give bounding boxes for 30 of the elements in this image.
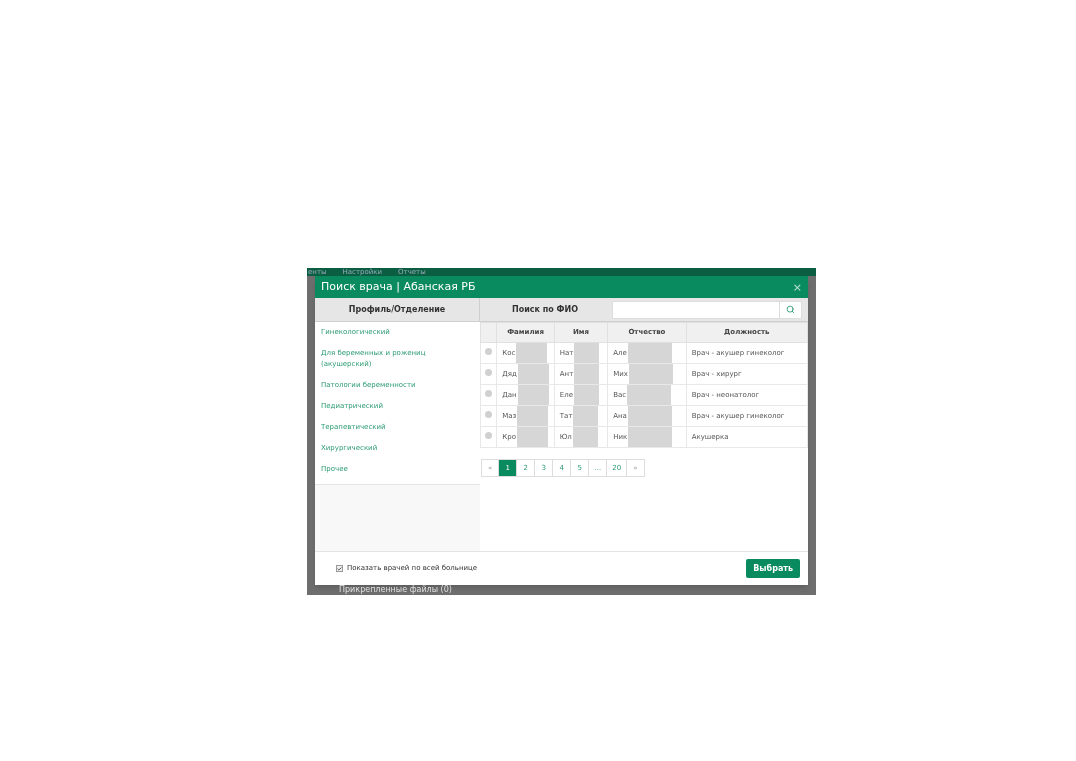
redaction-block — [627, 343, 672, 363]
row-radio[interactable] — [485, 368, 493, 376]
redaction-block — [517, 427, 548, 447]
checkbox[interactable] — [336, 565, 343, 572]
select-button[interactable]: Выбрать — [746, 559, 800, 578]
redaction-block — [574, 364, 600, 384]
redaction-block — [627, 385, 672, 405]
redaction-block — [516, 343, 548, 363]
redaction-block — [517, 364, 549, 384]
search-field[interactable] — [612, 300, 802, 319]
redaction-block — [574, 343, 600, 363]
redaction-block — [627, 406, 672, 426]
redaction-block — [517, 406, 549, 426]
redaction-block — [517, 385, 549, 405]
close-button[interactable]: × — [792, 281, 802, 293]
column-heading: Профиль/Отделение — [315, 298, 480, 321]
redaction-block — [572, 427, 598, 447]
redaction-block — [628, 364, 673, 384]
search-label: Поиск по ФИО — [511, 303, 579, 316]
row-radio[interactable] — [485, 431, 493, 439]
search-icon[interactable] — [786, 305, 795, 314]
redaction-block — [628, 427, 673, 447]
redaction-block — [573, 406, 599, 426]
row-radio[interactable] — [485, 389, 493, 397]
check-icon — [337, 565, 342, 572]
redaction-block — [574, 385, 600, 405]
dialog-title: Поиск врача | Абанская РБ — [321, 278, 476, 295]
row-radio[interactable] — [485, 410, 493, 418]
footer-text: Прикрепленные файлы (0) — [338, 585, 453, 595]
row-radio[interactable] — [485, 347, 493, 355]
